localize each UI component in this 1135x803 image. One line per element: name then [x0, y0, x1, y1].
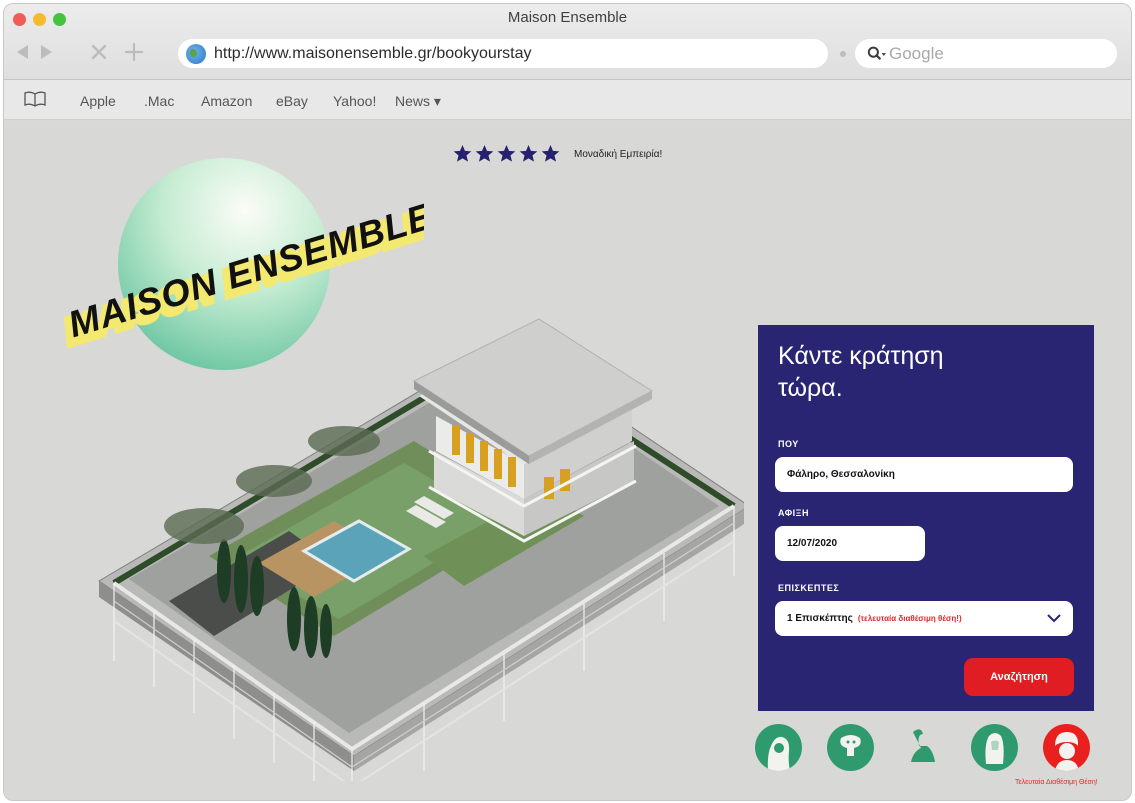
- chevron-down-icon: [1047, 614, 1061, 623]
- guest-avatar[interactable]: [971, 724, 1018, 771]
- star-icon: [519, 144, 538, 162]
- building-illustration: [98, 318, 744, 781]
- window-title: Maison Ensemble: [507, 9, 628, 26]
- bookmark-amazon[interactable]: Amazon: [201, 93, 252, 109]
- booking-panel: Κάντε κράτηση τώρα. ΠΟΥ Φάληρο, Θεσσαλον…: [758, 325, 1094, 711]
- guests-select[interactable]: 1 Επισκέπτης (τελευταία διαθέσιμη θέση!): [775, 601, 1073, 636]
- add-bookmark-button[interactable]: [121, 39, 147, 65]
- bookmark-news[interactable]: News ▾: [395, 93, 441, 110]
- avatar-caption: Τελευταία Διαθέσιμη Θέση!: [1015, 779, 1098, 786]
- booking-heading: Κάντε κράτηση τώρα.: [778, 340, 1028, 404]
- guest-avatar[interactable]: [827, 724, 874, 771]
- arrival-value: 12/07/2020: [787, 538, 838, 549]
- plus-icon: [124, 42, 144, 62]
- booking-heading-line1: Κάντε κράτηση: [778, 342, 944, 370]
- search-button[interactable]: Αναζήτηση: [964, 658, 1074, 696]
- guests-availability-note: (τελευταία διαθέσιμη θέση!): [857, 614, 962, 623]
- guests-value: 1 Επισκέπτης: [787, 613, 853, 624]
- star-icon: [541, 144, 560, 162]
- search-icon: [867, 44, 887, 64]
- search-input[interactable]: Google: [855, 39, 1117, 68]
- where-value: Φάληρο, Θεσσαλονίκη: [787, 469, 895, 480]
- guests-label: ΕΠΙΣΚΕΠΤΕΣ: [778, 583, 840, 593]
- where-label: ΠΟΥ: [778, 439, 799, 449]
- person-icon: [911, 729, 935, 762]
- rating-stars: [453, 144, 560, 163]
- url-text: http://www.maisonensemble.gr/bookyoursta…: [214, 44, 532, 62]
- book-icon[interactable]: [24, 91, 46, 107]
- star-icon: [497, 144, 516, 162]
- arrival-date-input[interactable]: 12/07/2020: [775, 526, 925, 561]
- forward-arrow-icon: [41, 45, 52, 59]
- guest-avatar[interactable]: [899, 724, 946, 771]
- search-placeholder: Google: [889, 43, 944, 63]
- person-icon: [1055, 732, 1079, 771]
- person-icon: [985, 733, 1004, 764]
- star-icon: [475, 144, 494, 162]
- guest-avatar[interactable]: [1043, 724, 1090, 771]
- url-dot-indicator: [840, 51, 846, 57]
- person-icon: [840, 735, 861, 756]
- bookmark-apple[interactable]: Apple: [80, 93, 116, 109]
- bookmarks-bar: Apple .Mac Amazon eBay Yahoo! News ▾: [4, 80, 1131, 120]
- guest-avatar[interactable]: [755, 724, 802, 771]
- back-button[interactable]: [12, 39, 34, 65]
- globe-icon: [186, 43, 206, 64]
- address-bar[interactable]: http://www.maisonensemble.gr/bookyoursta…: [178, 39, 828, 68]
- stop-button[interactable]: [86, 39, 112, 65]
- bookmark-yahoo[interactable]: Yahoo!: [333, 93, 376, 109]
- arrival-label: ΑΦΙΞΗ: [778, 508, 809, 518]
- booking-heading-line2: τώρα.: [778, 374, 843, 402]
- star-icon: [453, 144, 472, 162]
- bookmark-mac[interactable]: .Mac: [144, 93, 174, 109]
- forward-button[interactable]: [35, 39, 57, 65]
- person-icon: [767, 736, 790, 771]
- rating-caption: Μοναδική Εμπειρία!: [574, 149, 663, 160]
- where-input[interactable]: Φάληρο, Θεσσαλονίκη: [775, 457, 1073, 492]
- browser-window: Maison Ensemble http://www.maisonensembl…: [4, 4, 1131, 800]
- bookmark-ebay[interactable]: eBay: [276, 93, 308, 109]
- back-arrow-icon: [17, 45, 28, 59]
- stop-icon: [91, 44, 107, 60]
- page-content: MAISON ENSEMBLE MAISON ENSEMBLE Μοναδική…: [4, 121, 1131, 800]
- browser-chrome: Maison Ensemble http://www.maisonensembl…: [4, 4, 1131, 80]
